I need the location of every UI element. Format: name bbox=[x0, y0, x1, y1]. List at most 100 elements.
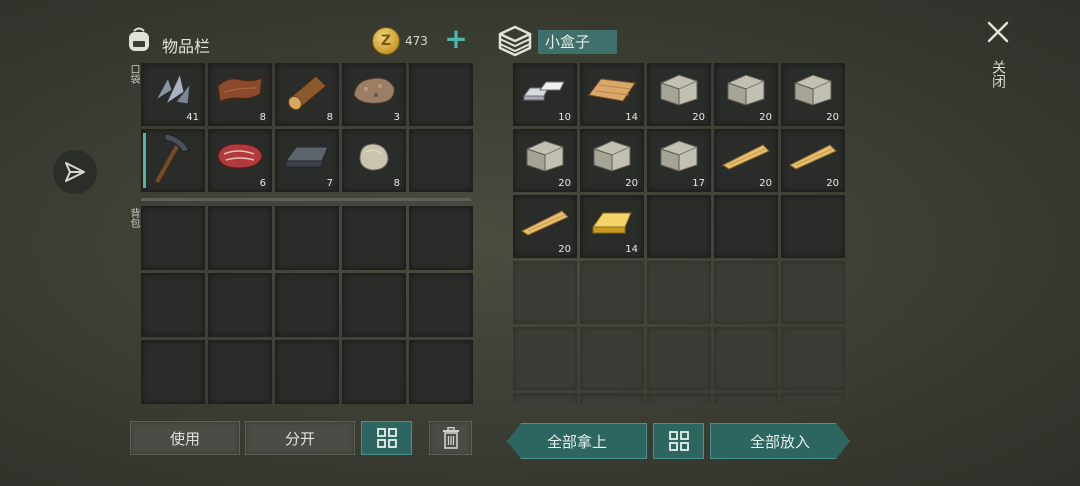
container-slot[interactable] bbox=[647, 195, 711, 258]
pocket-slot[interactable] bbox=[409, 129, 473, 192]
container-slot[interactable] bbox=[580, 261, 644, 324]
pocket-label: 口袋 bbox=[128, 64, 139, 84]
container-slot[interactable]: 17 bbox=[647, 129, 711, 192]
container-slot[interactable]: 20 bbox=[513, 129, 577, 192]
container-slot[interactable]: 14 bbox=[580, 63, 644, 126]
backpack-slot[interactable] bbox=[275, 340, 339, 404]
backpack-slot[interactable] bbox=[342, 273, 406, 337]
sort-container-button[interactable] bbox=[653, 423, 704, 459]
item-count: 20 bbox=[759, 178, 772, 189]
sort-inventory-button[interactable] bbox=[361, 421, 412, 455]
pocket-slot[interactable]: 3 bbox=[342, 63, 406, 126]
container-slot[interactable]: 14 bbox=[580, 195, 644, 258]
backpack-label: 背包 bbox=[128, 208, 139, 228]
container-slot[interactable] bbox=[781, 261, 845, 324]
stone-block-icon bbox=[722, 71, 770, 113]
container-slot[interactable] bbox=[647, 261, 711, 324]
container-slot[interactable]: 20 bbox=[781, 63, 845, 126]
container-slot[interactable] bbox=[580, 327, 644, 390]
container-slot[interactable] bbox=[714, 261, 778, 324]
backpack-slot[interactable] bbox=[208, 340, 272, 404]
backpack-slot[interactable] bbox=[141, 273, 205, 337]
coin-icon: Z bbox=[372, 27, 400, 55]
gold-ingot-icon bbox=[587, 205, 637, 243]
pocket-slot[interactable] bbox=[409, 63, 473, 126]
backpack-slot[interactable] bbox=[275, 273, 339, 337]
add-coins-button[interactable]: + bbox=[442, 25, 470, 54]
container-slot[interactable]: 20 bbox=[714, 63, 778, 126]
backpack-slot[interactable] bbox=[141, 340, 205, 404]
container-slot[interactable] bbox=[714, 393, 778, 403]
wooden-plank-icon bbox=[518, 205, 572, 243]
container-slot[interactable] bbox=[513, 327, 577, 390]
pocket-slot[interactable]: 8 bbox=[342, 129, 406, 192]
stone-block-icon bbox=[655, 71, 703, 113]
close-icon[interactable] bbox=[984, 18, 1012, 46]
pocket-slot[interactable] bbox=[141, 129, 205, 192]
pocket-slot[interactable]: 41 bbox=[141, 63, 205, 126]
item-count: 20 bbox=[826, 112, 839, 123]
take-all-button[interactable]: 全部拿上 bbox=[507, 423, 647, 459]
box-icon bbox=[498, 25, 532, 57]
container-slot[interactable] bbox=[714, 327, 778, 390]
container-slot[interactable] bbox=[513, 261, 577, 324]
iron-bars-icon bbox=[520, 74, 570, 110]
stone-icon bbox=[354, 138, 394, 178]
container-slot[interactable] bbox=[647, 393, 711, 403]
container-slot[interactable]: 20 bbox=[580, 129, 644, 192]
container-slot[interactable] bbox=[714, 195, 778, 258]
container-slot[interactable] bbox=[781, 195, 845, 258]
trash-icon bbox=[442, 427, 459, 449]
raw-meat-icon bbox=[214, 138, 266, 178]
split-button[interactable]: 分开 bbox=[245, 421, 355, 455]
backpack-slot[interactable] bbox=[342, 340, 406, 404]
item-count: 14 bbox=[625, 244, 638, 255]
item-count: 20 bbox=[759, 112, 772, 123]
backpack-slot[interactable] bbox=[409, 206, 473, 270]
container-slot[interactable]: 20 bbox=[781, 129, 845, 192]
container-slot[interactable]: 10 bbox=[513, 63, 577, 126]
backpack-slot[interactable] bbox=[141, 206, 205, 270]
backpack-slot[interactable] bbox=[409, 273, 473, 337]
item-count: 14 bbox=[625, 112, 638, 123]
container-slot[interactable]: 20 bbox=[714, 129, 778, 192]
pocket-slot[interactable]: 8 bbox=[208, 63, 272, 126]
backpack-slot[interactable] bbox=[342, 206, 406, 270]
inventory-header: 物品栏 Z 473 + bbox=[124, 25, 474, 58]
item-count: 20 bbox=[625, 178, 638, 189]
put-all-button[interactable]: 全部放入 bbox=[710, 423, 850, 459]
pocket-slot[interactable]: 6 bbox=[208, 129, 272, 192]
pocket-slot[interactable]: 7 bbox=[275, 129, 339, 192]
backpack-grid bbox=[141, 206, 473, 404]
container-slot[interactable] bbox=[781, 327, 845, 390]
item-count: 8 bbox=[259, 112, 266, 123]
discard-button[interactable] bbox=[429, 421, 472, 455]
backpack-slot[interactable] bbox=[208, 206, 272, 270]
container-slot[interactable] bbox=[781, 393, 845, 403]
container-grid: 10 14 20 20 20 20 20 17 20 20 20 14 bbox=[513, 63, 845, 403]
backpack-slot[interactable] bbox=[409, 340, 473, 404]
metal-scraps-icon bbox=[150, 70, 196, 114]
pocket-slot[interactable]: 8 bbox=[275, 63, 339, 126]
use-button[interactable]: 使用 bbox=[130, 421, 240, 455]
item-count: 20 bbox=[558, 178, 571, 189]
share-button[interactable] bbox=[53, 150, 97, 194]
container-slot[interactable] bbox=[513, 393, 577, 403]
container-name: 小盒子 bbox=[538, 30, 617, 54]
close-label[interactable]: 关闭 bbox=[990, 60, 1006, 88]
backpack-slot[interactable] bbox=[275, 206, 339, 270]
grid-sort-icon bbox=[668, 431, 689, 451]
leather-icon bbox=[214, 72, 266, 112]
item-count: 3 bbox=[393, 112, 400, 123]
item-count: 20 bbox=[558, 244, 571, 255]
item-count: 20 bbox=[692, 112, 705, 123]
backpack-slot[interactable] bbox=[208, 273, 272, 337]
stone-block-icon bbox=[588, 137, 636, 179]
container-slot[interactable]: 20 bbox=[647, 63, 711, 126]
container-slot[interactable] bbox=[647, 327, 711, 390]
paper-plane-icon bbox=[65, 162, 85, 182]
container-slot[interactable] bbox=[580, 393, 644, 403]
item-count: 8 bbox=[393, 178, 400, 189]
container-slot[interactable]: 20 bbox=[513, 195, 577, 258]
ore-icon bbox=[350, 73, 398, 111]
